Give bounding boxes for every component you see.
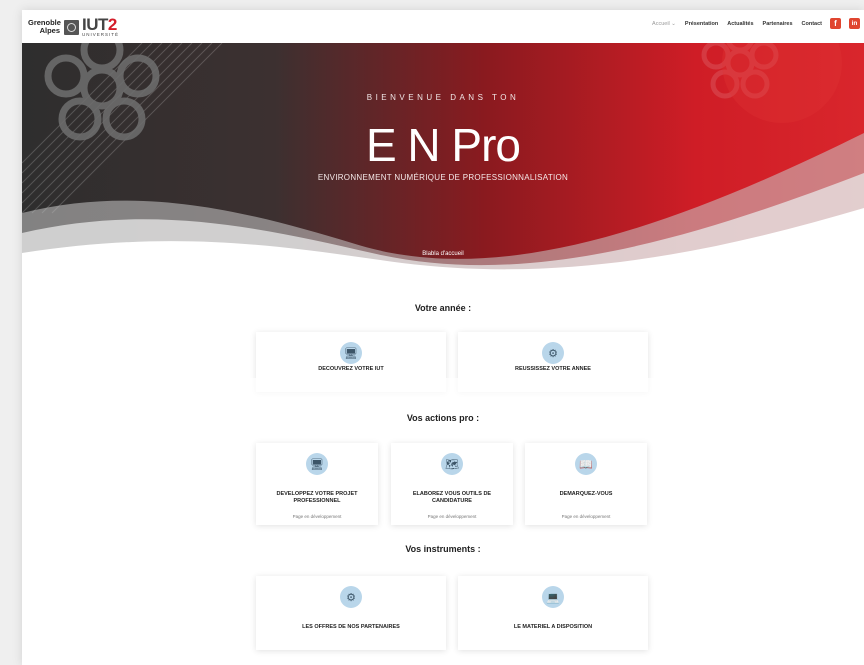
brain-icon: ⚙ (542, 342, 564, 364)
card-materiel-disposition[interactable]: 💻 LE MATERIEL A DISPOSITION (458, 576, 648, 650)
card-note: Page en développement (292, 514, 342, 519)
logo-univ: UNIVERSITÉ (82, 32, 120, 37)
monitor-icon: 🖥 (306, 453, 328, 475)
page: Grenoble Alpes IUT2 UNIVERSITÉ Accueil ⌄… (22, 10, 864, 665)
card-projet-professionnel[interactable]: 🖥 DEVELOPPEZ VOTRE PROJET PROFESSIONNEL … (256, 443, 378, 525)
main-nav: Accueil ⌄ Présentation Actualités Parten… (652, 21, 822, 27)
hero-subtitle: BIENVENUE DANS TON (366, 93, 520, 102)
logo-text-line2: Alpes (39, 26, 60, 35)
gear-hand-icon: ⚙ (340, 586, 362, 608)
nav-item-presentation[interactable]: Présentation (685, 21, 718, 27)
hero-welcome-text: Blabla d'accueil (422, 251, 464, 257)
card-label: REUSSISSEZ VOTRE ANNEE (515, 366, 591, 372)
card-label: LE MATERIEL A DISPOSITION (513, 624, 593, 630)
card-label: DECOUVREZ VOTRE IUT (318, 366, 384, 372)
nav-item-partenaires[interactable]: Partenaires (763, 21, 793, 27)
section-title-annee: Votre année : (414, 303, 472, 313)
map-icon: 🗺 (441, 453, 463, 475)
card-label: ELABOREZ VOUS OUTILS DE CANDIDATURE (412, 491, 492, 504)
overlay-band (22, 378, 864, 404)
card-label: LES OFFRES DE NOS PARTENAIRES (302, 624, 400, 630)
iut2-logo[interactable]: Grenoble Alpes IUT2 UNIVERSITÉ (28, 14, 119, 40)
card-label: DEMARQUEZ-VOUS (559, 491, 613, 497)
section-title-instruments: Vos instruments : (405, 544, 481, 554)
card-label: DEVELOPPEZ VOTRE PROJET PROFESSIONNEL (276, 491, 358, 504)
card-note: Page en développement (427, 514, 477, 519)
section-title-actions: Vos actions pro : (406, 413, 480, 423)
laptop-icon: 💻 (542, 586, 564, 608)
nav-item-accueil[interactable]: Accueil ⌄ (652, 21, 676, 27)
nav-item-contact[interactable]: Contact (802, 21, 822, 27)
top-bar: Grenoble Alpes IUT2 UNIVERSITÉ Accueil ⌄… (22, 10, 864, 43)
card-demarquez-vous[interactable]: 📖 DEMARQUEZ-VOUS Page en développement (525, 443, 647, 525)
computer-icon: 🖥 (340, 342, 362, 364)
nav-item-actualites[interactable]: Actualités (727, 21, 753, 27)
card-offres-partenaires[interactable]: ⚙ LES OFFRES DE NOS PARTENAIRES (256, 576, 446, 650)
logo-emblem-icon (64, 19, 79, 35)
book-icon: 📖 (575, 453, 597, 475)
facebook-icon[interactable]: f (830, 18, 841, 29)
card-outils-candidature[interactable]: 🗺 ELABOREZ VOUS OUTILS DE CANDIDATURE Pa… (391, 443, 513, 525)
hero-title: E N Pro (365, 119, 521, 171)
hero-banner: BIENVENUE DANS TON E N Pro ENVIRONNEMENT… (22, 43, 864, 275)
card-note: Page en développement (561, 514, 611, 519)
hero-description: ENVIRONNEMENT NUMÉRIQUE DE PROFESSIONNAL… (317, 173, 569, 182)
linkedin-icon[interactable]: in (849, 18, 860, 29)
